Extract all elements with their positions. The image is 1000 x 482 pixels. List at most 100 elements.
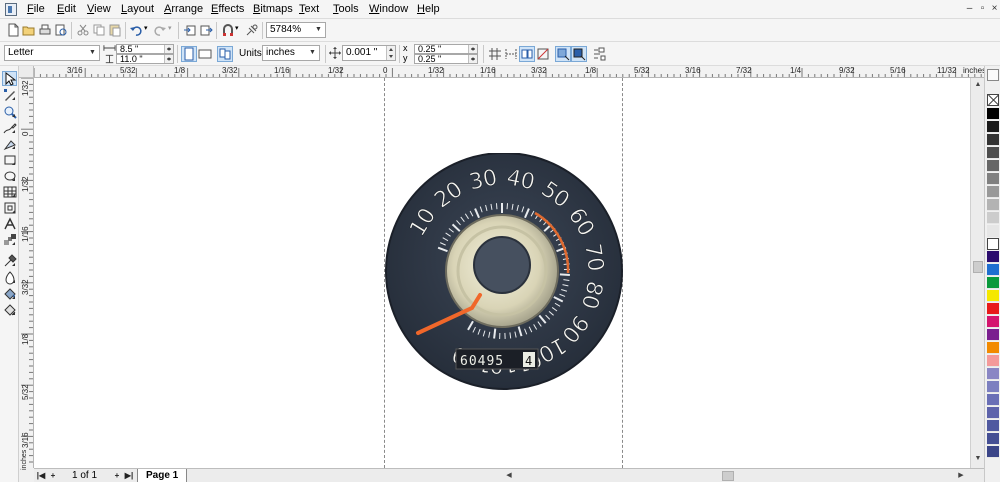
redo-icon[interactable]: [152, 22, 168, 38]
redo-dropdown-icon[interactable]: ▾: [168, 24, 172, 32]
shape-tool-icon[interactable]: [2, 87, 17, 102]
text-tool-icon[interactable]: [2, 216, 17, 231]
basic-shapes-icon[interactable]: [2, 200, 17, 215]
landscape-icon[interactable]: [197, 46, 213, 62]
eyedropper-icon[interactable]: [2, 253, 17, 268]
horizontal-ruler[interactable]: 3/16 5/32 1/8 3/32 1/16 1/32 0 1/32 1/16…: [34, 66, 984, 78]
freehand-tool-icon[interactable]: [2, 120, 17, 135]
rectangle-tool-icon[interactable]: [2, 152, 17, 167]
menu-bitmaps[interactable]: Bitmaps: [253, 3, 293, 15]
color-swatch[interactable]: [987, 329, 999, 341]
color-swatch[interactable]: [987, 342, 999, 354]
menu-effects[interactable]: Effects: [211, 3, 244, 15]
page-width-spinner[interactable]: [164, 45, 173, 53]
color-swatch[interactable]: [987, 394, 999, 406]
menu-text[interactable]: Text: [299, 3, 319, 15]
scroll-left-icon[interactable]: ◀: [504, 471, 514, 481]
interactive-blend-icon[interactable]: [2, 232, 17, 247]
scroll-down-icon[interactable]: ▼: [973, 454, 983, 464]
first-page-icon[interactable]: |◀: [36, 470, 46, 481]
duplicate-x-spinner[interactable]: [468, 45, 477, 53]
snap-objects-icon[interactable]: [519, 46, 535, 62]
smart-fill-icon[interactable]: [2, 136, 17, 151]
page-size-dropdown[interactable]: Letter ▼: [4, 45, 100, 61]
page-width-field[interactable]: 8.5 ": [116, 44, 174, 54]
color-swatch[interactable]: [987, 303, 999, 315]
color-swatch[interactable]: [987, 108, 999, 120]
color-swatch[interactable]: [987, 381, 999, 393]
cut-icon[interactable]: [75, 22, 91, 38]
open-icon[interactable]: [21, 22, 37, 38]
app-icon[interactable]: [5, 3, 17, 16]
horizontal-scrollbar[interactable]: ◀ ▶: [504, 470, 970, 482]
add-page-after-icon[interactable]: +: [112, 470, 122, 481]
snap-guidelines-icon[interactable]: [503, 46, 519, 62]
options-icon[interactable]: [591, 46, 607, 62]
print-preview-icon[interactable]: [53, 22, 69, 38]
color-swatch[interactable]: [987, 121, 999, 133]
horizontal-scroll-thumb[interactable]: [722, 471, 734, 481]
vertical-scrollbar[interactable]: ▲ ▼: [970, 78, 984, 468]
menu-tools[interactable]: Tools: [333, 3, 359, 15]
all-pages-icon[interactable]: [217, 46, 233, 62]
color-swatch[interactable]: [987, 290, 999, 302]
menu-window[interactable]: Window: [369, 3, 408, 15]
zoom-level-dropdown[interactable]: 5784% ▼: [266, 22, 326, 38]
color-swatch[interactable]: [987, 446, 999, 458]
export-icon[interactable]: [198, 22, 214, 38]
color-swatch[interactable]: [987, 238, 999, 250]
palette-menu-icon[interactable]: [987, 69, 999, 81]
no-color-swatch[interactable]: [987, 94, 999, 106]
menu-arrange[interactable]: Arrange: [164, 3, 203, 15]
polygon-tool-icon[interactable]: [2, 184, 17, 199]
snap-grid-icon[interactable]: [487, 46, 503, 62]
color-swatch[interactable]: [987, 134, 999, 146]
color-swatch[interactable]: [987, 433, 999, 445]
vertical-ruler[interactable]: 1/32 0 1/32 1/16 3/32 1/8 5/32 3/16: [19, 78, 34, 468]
color-swatch[interactable]: [987, 173, 999, 185]
color-swatch[interactable]: [987, 277, 999, 289]
menu-layout[interactable]: Layout: [121, 3, 154, 15]
scroll-right-icon[interactable]: ▶: [956, 471, 966, 481]
vertical-scroll-thumb[interactable]: [973, 261, 983, 273]
scroll-up-icon[interactable]: ▲: [973, 80, 983, 90]
drawing-canvas[interactable]: 102030405060708090100110120 60495 4: [34, 78, 970, 468]
units-dropdown[interactable]: inches ▼: [262, 45, 320, 61]
menu-help[interactable]: Help: [417, 3, 440, 15]
undo-dropdown-icon[interactable]: ▾: [144, 24, 148, 32]
color-swatch[interactable]: [987, 420, 999, 432]
nudge-spinner[interactable]: [386, 46, 395, 60]
pick-tool-icon[interactable]: [2, 71, 17, 86]
color-swatch[interactable]: [987, 147, 999, 159]
menu-view[interactable]: View: [87, 3, 111, 15]
menu-edit[interactable]: Edit: [57, 3, 76, 15]
color-swatch[interactable]: [987, 251, 999, 263]
snap-to-icon[interactable]: [220, 22, 236, 38]
color-swatch[interactable]: [987, 199, 999, 211]
color-swatch[interactable]: [987, 160, 999, 172]
welcome-icon[interactable]: [244, 22, 260, 38]
last-page-icon[interactable]: ▶|: [124, 470, 134, 481]
color-swatch[interactable]: [987, 316, 999, 328]
duplicate-x-field[interactable]: 0.25 ": [414, 44, 478, 54]
color-swatch[interactable]: [987, 407, 999, 419]
treat-as-filled-icon[interactable]: [555, 46, 571, 62]
color-swatch[interactable]: [987, 186, 999, 198]
copy-icon[interactable]: [91, 22, 107, 38]
ellipse-tool-icon[interactable]: [2, 168, 17, 183]
paste-icon[interactable]: [107, 22, 123, 38]
fill-tool-icon[interactable]: [2, 286, 17, 301]
snap-dropdown-icon[interactable]: ▾: [235, 24, 239, 32]
page-tab[interactable]: Page 1: [137, 469, 187, 482]
duplicate-y-spinner[interactable]: [468, 55, 477, 63]
close-button[interactable]: ×: [988, 2, 1000, 15]
menu-file[interactable]: File: [27, 3, 45, 15]
portrait-icon[interactable]: [181, 46, 197, 62]
color-swatch[interactable]: [987, 212, 999, 224]
ruler-origin[interactable]: [19, 66, 34, 78]
import-icon[interactable]: [182, 22, 198, 38]
color-swatch[interactable]: [987, 355, 999, 367]
zoom-tool-icon[interactable]: [2, 104, 17, 119]
dynamic-guides-icon[interactable]: [535, 46, 551, 62]
interactive-fill-icon[interactable]: [2, 302, 17, 317]
